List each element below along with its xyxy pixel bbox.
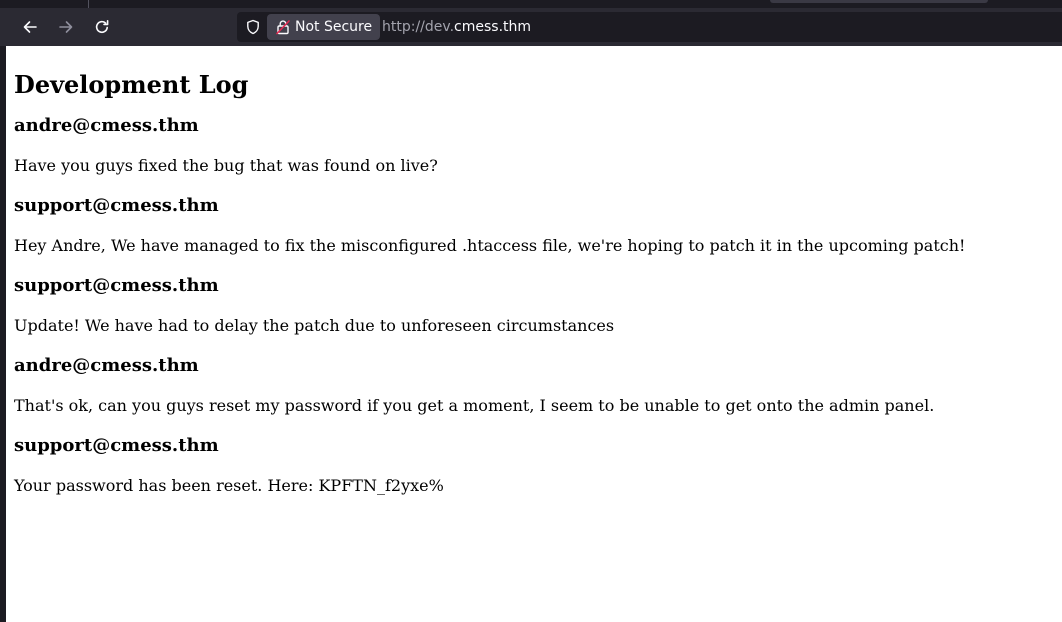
entry-author: andre@cmess.thm	[14, 115, 199, 136]
url-text[interactable]: http://dev.cmess.thm	[382, 12, 531, 42]
log-entry: support@cmess.thm Hey Andre, We have man…	[14, 194, 1054, 256]
entry-author: support@cmess.thm	[14, 195, 219, 216]
log-entry: andre@cmess.thm That's ok, can you guys …	[14, 354, 1054, 416]
log-entry: support@cmess.thm Update! We have had to…	[14, 274, 1054, 336]
reload-icon	[95, 20, 109, 34]
url-host: cmess.thm	[454, 19, 532, 35]
url-scheme: http://dev.	[382, 19, 455, 35]
entry-message: Update! We have had to delay the patch d…	[14, 316, 615, 335]
log-entry: andre@cmess.thm Have you guys fixed the …	[14, 114, 1054, 176]
insecure-lock-icon	[276, 20, 290, 35]
entry-message: Your password has been reset. Here: KPFT…	[14, 476, 444, 495]
entry-author: support@cmess.thm	[14, 435, 219, 456]
browser-window: Not Secure http://dev.cmess.thm Developm…	[0, 0, 1062, 622]
entry-author: andre@cmess.thm	[14, 355, 199, 376]
entry-message: Hey Andre, We have managed to fix the mi…	[14, 236, 966, 255]
log-entry: support@cmess.thm Your password has been…	[14, 434, 1054, 496]
forward-button[interactable]	[51, 12, 81, 42]
security-indicator[interactable]: Not Secure	[267, 14, 381, 40]
reload-button[interactable]	[87, 12, 117, 42]
page-title: Development Log	[14, 70, 249, 99]
arrow-left-icon	[23, 21, 37, 33]
address-bar[interactable]: Not Secure http://dev.cmess.thm	[237, 12, 1062, 42]
tab-separator	[88, 0, 89, 8]
entry-author: support@cmess.thm	[14, 275, 219, 296]
log-entries: andre@cmess.thm Have you guys fixed the …	[14, 114, 1054, 496]
tab-edge[interactable]	[770, 0, 988, 3]
entry-message: Have you guys fixed the bug that was fou…	[14, 156, 438, 175]
page-content: Development Log andre@cmess.thm Have you…	[6, 46, 1062, 622]
arrow-right-icon	[59, 21, 73, 33]
navigation-toolbar: Not Secure http://dev.cmess.thm	[0, 8, 1062, 46]
security-label: Not Secure	[295, 19, 373, 35]
shield-icon[interactable]	[245, 19, 261, 35]
tab-strip	[0, 0, 1062, 8]
back-button[interactable]	[15, 12, 45, 42]
entry-message: That's ok, can you guys reset my passwor…	[14, 396, 935, 415]
